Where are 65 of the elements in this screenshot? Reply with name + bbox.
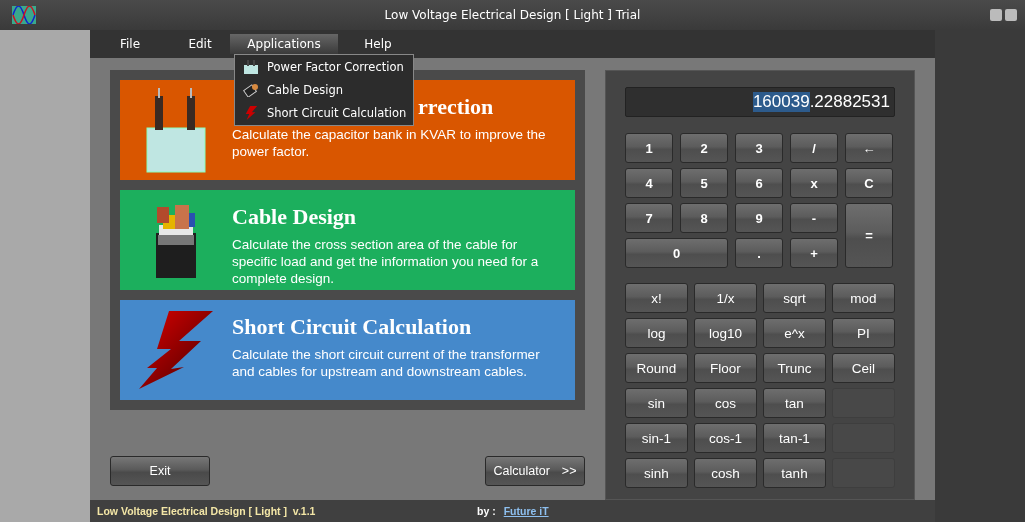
- calculator-key[interactable]: tan: [763, 388, 826, 418]
- calculator-key[interactable]: =: [845, 203, 893, 268]
- calculator-display[interactable]: 160039.22882531: [625, 87, 895, 117]
- calculator-key[interactable]: x: [790, 168, 838, 198]
- capacitor-icon: [243, 59, 259, 74]
- card-description: Calculate the short circuit current of the transformer and cables for upstream and downstream cables.: [232, 346, 541, 380]
- calculator-key[interactable]: 5: [680, 168, 728, 198]
- calculator-key[interactable]: +: [790, 238, 838, 268]
- dropdown-item[interactable]: Power Factor Correction: [235, 55, 413, 79]
- calculator-key[interactable]: cos-1: [694, 423, 757, 453]
- calculator-key[interactable]: -: [790, 203, 838, 233]
- calculator-key[interactable]: Ceil: [832, 353, 895, 383]
- calculator-key[interactable]: log10: [694, 318, 757, 348]
- calculator-key[interactable]: tanh: [763, 458, 826, 488]
- product-version: Low Voltage Electrical Design [ Light ] v.1.1: [97, 505, 317, 517]
- calculator-key[interactable]: /: [790, 133, 838, 163]
- calculator-key[interactable]: 2: [680, 133, 728, 163]
- calculator-key[interactable]: Floor: [694, 353, 757, 383]
- card-title: Cable Design: [232, 204, 357, 230]
- dropdown-item[interactable]: Short Circuit Calculation: [235, 101, 413, 125]
- calculator-key[interactable]: 9: [735, 203, 783, 233]
- calculator-key[interactable]: e^x: [763, 318, 826, 348]
- exit-button[interactable]: Exit: [110, 456, 210, 486]
- cable-icon: [243, 82, 259, 97]
- calculator-key[interactable]: cos: [694, 388, 757, 418]
- calculator-key[interactable]: 3: [735, 133, 783, 163]
- calculator-key[interactable]: cosh: [694, 458, 757, 488]
- calculator-key[interactable]: x!: [625, 283, 688, 313]
- card-title: Short Circuit Calculation: [232, 314, 472, 340]
- calculator-key[interactable]: Round: [625, 353, 688, 383]
- card-title: rrection: [418, 94, 494, 120]
- lightning-icon: [243, 106, 259, 121]
- by-label: by :: [477, 505, 496, 517]
- calculator-key[interactable]: sqrt: [763, 283, 826, 313]
- calculator-key[interactable]: 0: [625, 238, 728, 268]
- calculator-key[interactable]: 1: [625, 133, 673, 163]
- calculator-key[interactable]: PI: [832, 318, 895, 348]
- calculator-key[interactable]: 1/x: [694, 283, 757, 313]
- calculator-key[interactable]: tan-1: [763, 423, 826, 453]
- dropdown-item[interactable]: Cable Design: [235, 78, 413, 102]
- calculator-key[interactable]: Trunc: [763, 353, 826, 383]
- menu-item[interactable]: Edit: [170, 34, 230, 54]
- lightning-icon: [138, 311, 214, 389]
- calculator-key[interactable]: ←: [845, 133, 893, 163]
- calculator-key[interactable]: sinh: [625, 458, 688, 488]
- calculator-key[interactable]: sin-1: [625, 423, 688, 453]
- vendor-link[interactable]: Future iT: [503, 505, 549, 517]
- menu-item[interactable]: Help: [338, 34, 418, 54]
- calculator-key[interactable]: log: [625, 318, 688, 348]
- open-calculator-button[interactable]: Calculator >>: [485, 456, 585, 486]
- calculator-key[interactable]: .: [735, 238, 783, 268]
- window-title: Low Voltage Electrical Design [ Light ] Trial: [383, 8, 642, 22]
- calculator-key[interactable]: sin: [625, 388, 688, 418]
- card-description: Calculate the capacitor bank in KVAR to improve the power factor.: [232, 126, 547, 160]
- menu-item[interactable]: File: [90, 34, 170, 54]
- calculator-key[interactable]: 7: [625, 203, 673, 233]
- sine-wave-icon: [12, 6, 36, 24]
- card-description: Calculate the cross section area of the cable for specific load and get the information you need for a complete design.: [232, 236, 540, 287]
- menu-item[interactable]: Applications: [230, 34, 338, 54]
- calculator-key[interactable]: 6: [735, 168, 783, 198]
- calculator-key[interactable]: mod: [832, 283, 895, 313]
- calculator-key[interactable]: C: [845, 168, 893, 198]
- calculator-key[interactable]: 8: [680, 203, 728, 233]
- calculator-key[interactable]: 4: [625, 168, 673, 198]
- app-card[interactable]: Short Circuit Calculation Calculate the short circuit current of the transformer and cables for upstream and downstream cables.: [120, 300, 575, 400]
